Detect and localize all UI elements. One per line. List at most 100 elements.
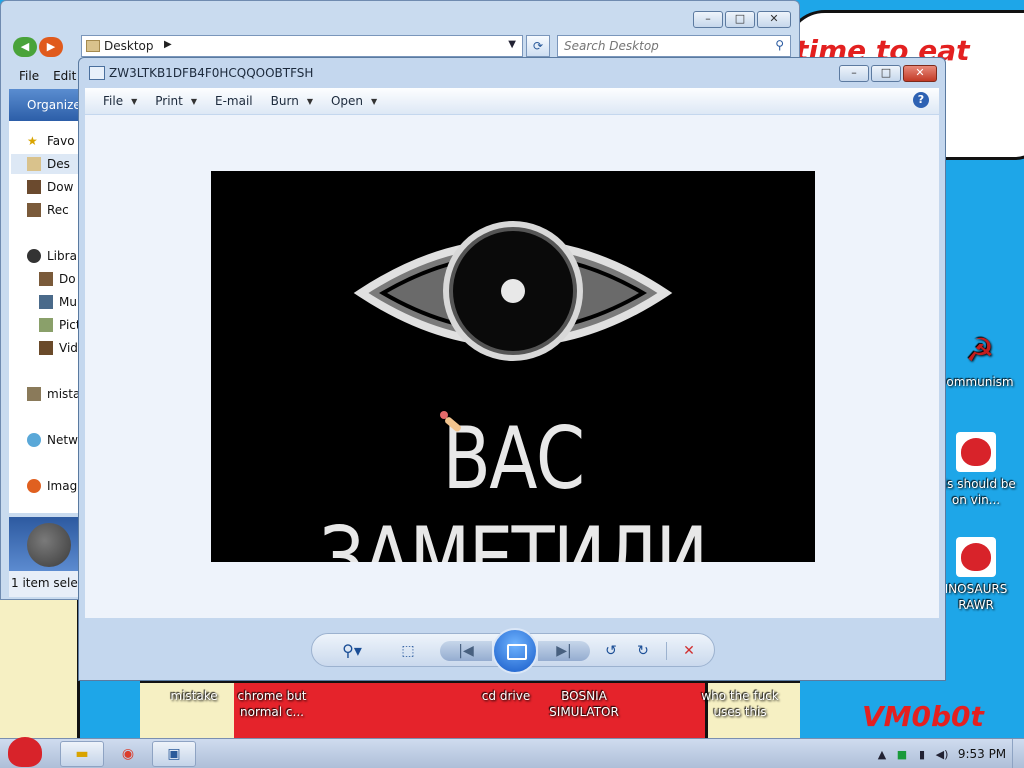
address-bar[interactable]: Desktop ▶ ▼ bbox=[81, 35, 523, 57]
search-input[interactable] bbox=[558, 36, 758, 56]
star-icon: ★ bbox=[27, 134, 38, 148]
downloads-icon bbox=[27, 180, 41, 194]
file-thumbnail bbox=[27, 523, 71, 567]
viewer-menubar: File ▼ Print ▼ E-mail Burn ▼ Open ▼ ? bbox=[85, 88, 939, 114]
next-button[interactable]: ▶| bbox=[538, 641, 590, 661]
menu-print[interactable]: Print ▼ bbox=[155, 94, 197, 108]
desktop-icon-chrome[interactable]: chrome but normal c... bbox=[232, 688, 312, 720]
viewer-titlebar[interactable]: ZW3LTKB1DFB4F0HCQQOOBTFSH – □ ✕ bbox=[79, 58, 945, 90]
close-button[interactable]: ✕ bbox=[757, 11, 791, 28]
clock[interactable]: 9:53 PM bbox=[952, 747, 1012, 761]
nav-documents[interactable]: Do bbox=[39, 269, 76, 289]
show-desktop-button[interactable] bbox=[1012, 739, 1024, 768]
search-box[interactable]: ⚲ bbox=[557, 35, 791, 57]
menu-email[interactable]: E-mail bbox=[215, 94, 253, 108]
start-button[interactable] bbox=[6, 731, 44, 768]
action-center-icon[interactable]: ■ bbox=[892, 748, 912, 761]
nav-music[interactable]: Mu bbox=[39, 292, 77, 312]
menu-open[interactable]: Open ▼ bbox=[331, 94, 377, 108]
image-caption-text: ВАС ЗАМЕТИЛИ bbox=[319, 409, 708, 562]
close-button[interactable]: ✕ bbox=[903, 65, 937, 82]
nav-network[interactable]: Netw bbox=[27, 430, 78, 450]
wallpaper-watermark: VM0b0t bbox=[862, 700, 984, 733]
desktop-icon-label: BOSNIA SIMULATOR bbox=[549, 689, 619, 719]
menu-burn[interactable]: Burn ▼ bbox=[271, 94, 313, 108]
videos-icon bbox=[39, 341, 53, 355]
desktop-icon-label: cd drive bbox=[481, 689, 531, 703]
actual-size-icon[interactable]: ⬚ bbox=[396, 641, 420, 661]
desktop-icon-label: his should be on vin... bbox=[936, 477, 1016, 507]
nav-downloads[interactable]: Dow bbox=[27, 177, 73, 197]
angry-bird-icon bbox=[956, 537, 996, 577]
slideshow-button[interactable] bbox=[492, 628, 538, 674]
desktop-icon-bosnia[interactable]: BOSNIA SIMULATOR bbox=[544, 688, 624, 720]
volume-icon[interactable]: ◀) bbox=[932, 748, 952, 761]
libraries-icon bbox=[27, 249, 41, 263]
image-icon bbox=[27, 479, 41, 493]
nav-label: Des bbox=[47, 157, 70, 171]
nav-label: Netw bbox=[47, 433, 78, 447]
network-icon[interactable]: ▮ bbox=[912, 748, 932, 761]
window-title: ZW3LTKB1DFB4F0HCQQOOBTFSH bbox=[109, 66, 314, 80]
communism-flag-icon: ☭ bbox=[965, 331, 995, 369]
desktop-icon-label: chrome but normal c... bbox=[237, 689, 307, 719]
forward-button[interactable]: ▶ bbox=[39, 37, 63, 57]
desktop-icon-mistake[interactable]: mistake bbox=[154, 688, 234, 704]
chevron-right-icon[interactable]: ▶ bbox=[164, 39, 172, 50]
desktop-icon-label: ommunism bbox=[946, 375, 1014, 389]
angry-bird-icon bbox=[956, 432, 996, 472]
chrome-icon: ◉ bbox=[121, 746, 135, 762]
desktop-icon-who-uses[interactable]: who the fuck uses this bbox=[700, 688, 780, 720]
nav-label: Imag bbox=[47, 479, 78, 493]
desktop-icon-dinosaurs[interactable]: INOSAURS RAWR bbox=[936, 537, 1016, 613]
previous-button[interactable]: |◀ bbox=[440, 641, 492, 661]
rotate-clockwise-icon[interactable]: ↻ bbox=[632, 641, 654, 661]
help-icon[interactable]: ? bbox=[913, 92, 929, 108]
nav-favorites[interactable]: ★ Favo bbox=[27, 131, 75, 151]
desktop-icon-label: mistake bbox=[170, 689, 218, 703]
nav-image[interactable]: Imag bbox=[27, 476, 77, 496]
map-land bbox=[0, 600, 80, 738]
nav-label: Rec bbox=[47, 203, 69, 217]
photo-viewer-icon: ▣ bbox=[167, 746, 181, 762]
back-button[interactable]: ◀ bbox=[13, 37, 37, 57]
photo-viewer-window[interactable]: ZW3LTKB1DFB4F0HCQQOOBTFSH – □ ✕ File ▼ P… bbox=[78, 57, 946, 681]
menu-label: Burn bbox=[270, 94, 299, 108]
menu-edit[interactable]: Edit bbox=[53, 69, 76, 83]
minimize-button[interactable]: – bbox=[693, 11, 723, 28]
nav-recent[interactable]: Rec bbox=[27, 200, 69, 220]
documents-icon bbox=[39, 272, 53, 286]
nav-label: mista bbox=[47, 387, 81, 401]
menu-file[interactable]: File bbox=[19, 69, 39, 83]
search-icon[interactable]: ⚲ bbox=[775, 38, 784, 52]
desktop-icon-cd-drive[interactable]: cd drive bbox=[466, 688, 546, 704]
nav-pictures[interactable]: Pict bbox=[39, 315, 81, 335]
refresh-icon[interactable]: ⟳ bbox=[526, 35, 550, 57]
taskbar-chrome-button[interactable]: ◉ bbox=[106, 741, 150, 767]
maximize-button[interactable]: □ bbox=[725, 11, 755, 28]
maximize-button[interactable]: □ bbox=[871, 65, 901, 82]
desktop-icon-communism[interactable]: ☭ ommunism bbox=[940, 330, 1020, 390]
nav-mistake[interactable]: mista bbox=[27, 384, 80, 404]
zoom-icon[interactable]: ⚲▾ bbox=[332, 641, 372, 661]
taskbar-photo-viewer-button[interactable]: ▣ bbox=[152, 741, 196, 767]
file-icon bbox=[27, 387, 41, 401]
menu-file[interactable]: File ▼ bbox=[103, 94, 137, 108]
nav-libraries[interactable]: Libra bbox=[27, 246, 77, 266]
rotate-counterclockwise-icon[interactable]: ↺ bbox=[600, 641, 622, 661]
desktop-icon-label: who the fuck uses this bbox=[701, 689, 779, 719]
divider bbox=[666, 642, 667, 660]
nav-videos[interactable]: Vid bbox=[39, 338, 78, 358]
network-icon bbox=[27, 433, 41, 447]
desktop-icon-vine[interactable]: his should be on vin... bbox=[936, 432, 1016, 508]
image-canvas: ВАС ЗАМЕТИЛИ bbox=[85, 115, 939, 618]
taskbar-explorer-button[interactable]: ▬ bbox=[60, 741, 104, 767]
chevron-down-icon[interactable]: ▼ bbox=[508, 39, 516, 50]
show-hidden-icons-icon[interactable]: ▲ bbox=[872, 748, 892, 761]
pictures-icon bbox=[39, 318, 53, 332]
organize-button[interactable]: Organize bbox=[27, 98, 81, 112]
minimize-button[interactable]: – bbox=[839, 65, 869, 82]
delete-icon[interactable]: ✕ bbox=[678, 641, 700, 661]
viewer-control-bar: ⚲▾ ⬚ |◀ ▶| ↺ ↻ ✕ bbox=[311, 628, 715, 674]
explorer-titlebar[interactable]: – □ ✕ bbox=[1, 1, 799, 35]
